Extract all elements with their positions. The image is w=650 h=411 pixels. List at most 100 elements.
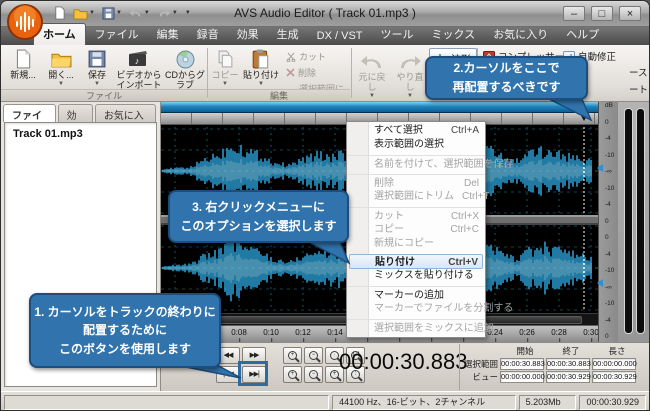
callout-line: 3. 右クリックメニューに xyxy=(170,198,347,217)
channel-fader-icon[interactable] xyxy=(597,164,603,172)
db-scale-label: -10 xyxy=(605,268,618,275)
open-folder-icon xyxy=(51,47,72,71)
new-file-icon xyxy=(14,47,32,71)
time-field[interactable]: 00:00:00.000 xyxy=(500,371,544,383)
menu-tab[interactable]: お気に入り xyxy=(484,24,557,45)
menu-tab[interactable]: ツール xyxy=(372,24,423,45)
db-scale-label: -∞ xyxy=(605,285,618,292)
time-ruler-label: 0:30 xyxy=(583,328,599,337)
context-menu-item[interactable]: 貼り付け Ctrl+V xyxy=(349,254,483,269)
paste-button[interactable]: 貼り付け ▼ xyxy=(242,47,280,87)
callout-line: このオプションを選択します xyxy=(170,217,347,236)
zoom-button[interactable]: − xyxy=(304,347,323,364)
chevron-down-icon: ▼ xyxy=(407,93,413,100)
db-scale-label: -∞ xyxy=(605,169,618,176)
status-cell-empty xyxy=(4,395,329,410)
effect-button-partial-reverse[interactable]: ース xyxy=(629,65,648,79)
grab-from-cd-button[interactable]: CDからグラブ xyxy=(165,47,205,91)
selection-row-label: ビュー xyxy=(462,371,500,383)
time-field[interactable]: 00:00:30.929 xyxy=(592,371,636,383)
ribbon-separator xyxy=(351,48,352,98)
menu-tab[interactable]: DX / VST xyxy=(308,28,372,45)
left-panel-tab[interactable]: 効果 xyxy=(58,104,93,122)
menu-item-shortcut: Ctrl+V xyxy=(448,256,478,268)
context-menu-item[interactable]: コピー Ctrl+C xyxy=(347,223,485,237)
selection-row-label: 選択範囲 xyxy=(462,358,500,370)
magnifier-icon: + xyxy=(330,370,339,379)
zoom-button[interactable]: − xyxy=(304,366,323,383)
menu-tab[interactable]: ミックス xyxy=(423,24,485,45)
magnifier-icon: − xyxy=(309,351,318,360)
context-menu-item[interactable]: すべて選択 Ctrl+A xyxy=(347,124,485,138)
callout-2: 2.カーソルをここで再配置するべきです xyxy=(425,56,588,100)
menu-item-label: 表示範囲の選択 xyxy=(374,138,444,152)
close-button[interactable]: × xyxy=(619,6,641,21)
group-label-file: ファイル xyxy=(1,89,207,101)
db-scale-label: 0 xyxy=(605,120,618,127)
menu-item-label: すべて選択 xyxy=(374,124,423,138)
chevron-down-icon: ▼ xyxy=(58,81,64,88)
menu-tab[interactable]: 録音 xyxy=(188,24,228,45)
channel-fader-icon[interactable] xyxy=(597,279,603,287)
cut-button[interactable]: カット xyxy=(286,50,326,63)
undo-button[interactable]: 元に戻し ▼ xyxy=(355,49,389,99)
open-button[interactable]: 開く... ▼ xyxy=(43,47,79,87)
context-menu-item[interactable]: 表示範囲の選択 xyxy=(347,138,485,152)
menu-tab[interactable]: 編集 xyxy=(148,24,188,45)
time-field[interactable]: 00:00:30.929 xyxy=(546,371,590,383)
menu-tab[interactable]: 生成 xyxy=(268,24,308,45)
context-menu-item[interactable]: マーカーの追加 xyxy=(347,286,485,302)
delete-button[interactable]: 削除 xyxy=(286,66,316,79)
zoom-button[interactable]: + xyxy=(283,347,302,364)
menu-item-label: コピー xyxy=(374,223,404,237)
save-button[interactable]: 保存 ▼ xyxy=(81,47,113,87)
new-button[interactable]: 新規... xyxy=(5,47,41,81)
context-menu-item[interactable]: カット Ctrl+X xyxy=(347,207,485,223)
context-menu-item[interactable]: 名前を付けて、選択範囲を保存 xyxy=(347,155,485,171)
menu-item-shortcut: Ctrl+X xyxy=(451,210,479,223)
menu-tab[interactable]: 効果 xyxy=(228,24,268,45)
import-from-video-button[interactable]: ♪ ビデオからインポート xyxy=(113,47,165,91)
file-list-item[interactable]: Track 01.mp3 xyxy=(5,123,156,140)
maximize-button[interactable]: □ xyxy=(591,6,613,21)
cd-icon xyxy=(176,47,195,71)
svg-text:♪: ♪ xyxy=(135,56,140,66)
callout-line: このボタンを使用します xyxy=(31,340,219,359)
ribbon-group-edit: コピー ▼ 貼り付け ▼ カット 削除 選択範囲にトリム 編集 xyxy=(208,45,350,102)
menu-tab[interactable]: ファイル xyxy=(86,24,148,45)
avs-logo-icon xyxy=(6,3,44,41)
context-menu-item[interactable]: 削除 Del xyxy=(347,174,485,190)
overview-seek-bar[interactable] xyxy=(161,102,598,113)
zoom-button[interactable]: + xyxy=(283,366,302,383)
left-panel-tab[interactable]: お気に入り xyxy=(95,104,156,122)
db-scale: dB0-4-10-∞-10-400-4-10-∞-10-40 xyxy=(598,102,618,342)
context-menu-item[interactable]: 選択範囲にトリム Ctrl+T xyxy=(347,190,485,204)
redo-button[interactable]: やり直し ▼ xyxy=(393,49,427,99)
selection-header: 終了 xyxy=(548,345,594,357)
context-menu-item[interactable]: マーカーでファイルを分割する xyxy=(347,302,485,316)
left-panel-tab[interactable]: ファイル xyxy=(3,104,56,122)
menu-tab[interactable]: ヘルプ xyxy=(557,24,608,45)
selection-header: 開始 xyxy=(502,345,548,357)
menu-item-shortcut: Ctrl+A xyxy=(451,124,479,138)
callout-line: 再配置するべきです xyxy=(427,78,586,97)
db-scale-label: -4 xyxy=(605,202,618,209)
scissors-icon xyxy=(286,52,296,62)
context-menu-item[interactable]: ミックスを貼り付ける xyxy=(347,269,485,283)
effect-button-partial-repeat[interactable]: ート xyxy=(629,82,648,96)
db-scale-label: -4 xyxy=(605,318,618,325)
time-field[interactable]: 00:00:00.000 xyxy=(592,358,636,370)
magnifier-icon: · xyxy=(330,351,339,360)
time-field[interactable]: 00:00:30.883 xyxy=(500,358,544,370)
db-scale-label: -10 xyxy=(605,186,618,193)
minimize-button[interactable]: – xyxy=(563,6,585,21)
menu-item-label: 選択範囲にトリム xyxy=(374,190,454,204)
selection-header: 長さ xyxy=(594,345,640,357)
selection-headers: 開始終了長さ xyxy=(502,345,649,357)
chevron-down-icon: ▼ xyxy=(258,81,264,88)
menu-item-label: カット xyxy=(374,210,404,223)
copy-button[interactable]: コピー ▼ xyxy=(210,47,240,87)
context-menu-item[interactable]: 選択範囲をミックスに追加 xyxy=(347,319,485,335)
context-menu-item[interactable]: 新規にコピー xyxy=(347,237,485,251)
time-field[interactable]: 00:00:30.883 xyxy=(546,358,590,370)
